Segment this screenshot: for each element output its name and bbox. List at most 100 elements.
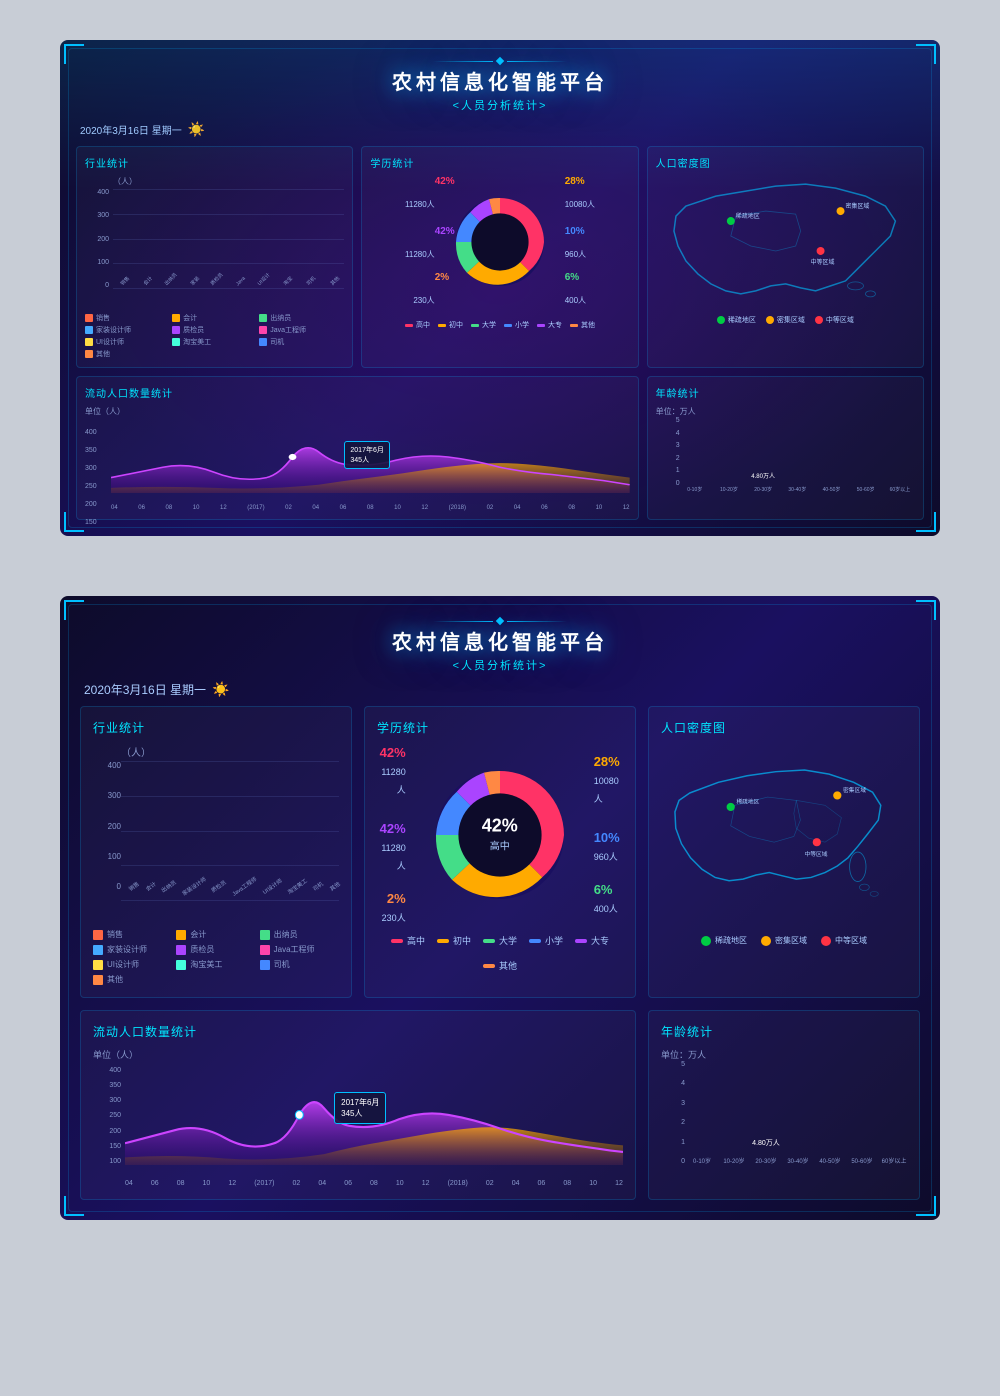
- age-unit-small: 单位：万人: [656, 406, 915, 417]
- pie-right-labels-lg: 28% 10080人 10% 960人 6% 400人: [594, 753, 623, 917]
- pie-dot-lg-daxue: [483, 939, 495, 943]
- age-peak-lg: 4.80万人: [752, 1138, 780, 1148]
- date-row-small: 2020年3月16日 星期一 ☀️: [76, 121, 924, 138]
- legend-dot-lg-ui: [93, 960, 103, 970]
- industry-bar-chart: 400 300 200 100 0 销售 会计 出纳员 家装 质检员 Java …: [85, 189, 344, 309]
- island-1: [847, 282, 863, 290]
- legend-dot-accounting: [172, 314, 180, 322]
- pie-dot-chuzhong: [438, 324, 446, 327]
- legend-lg-other: 其他: [93, 974, 172, 985]
- flow-panel-large: 流动人口数量统计 单位（人） 400 350 300 250 200 150 1…: [80, 1010, 636, 1200]
- legend-text-taobao: 淘宝美工: [183, 337, 211, 347]
- area-tooltip-small: 2017年6月 345人: [344, 441, 389, 469]
- pie-label-daxue: 42% 11280人: [405, 226, 435, 262]
- pie-legend-dazhuan: 大专: [537, 320, 562, 330]
- area-tooltip-large: 2017年6月 345人: [334, 1092, 386, 1124]
- bar-y-large: 400 300 200 100 0: [93, 761, 125, 891]
- legend-dot-sales: [85, 314, 93, 322]
- area-chart-small: 400 350 300 250 200 150 100: [85, 421, 630, 511]
- age-peak-label: 4.80万人: [751, 471, 775, 480]
- age-title-small: 年龄统计: [656, 385, 915, 400]
- sparse-label-lg: 稀疏地区: [736, 798, 759, 806]
- title-deco-diamond: [496, 57, 504, 65]
- pie-label-lg-chuzhong: 28% 10080人: [594, 753, 623, 807]
- bar-grid-lines: [113, 189, 344, 289]
- map-dot-sparse: [717, 316, 725, 324]
- pie-svg-wrapper-large: 42% 高中: [420, 755, 580, 915]
- industry-title-small: 行业统计: [85, 155, 344, 170]
- tooltip-date-small: 2017年6月: [350, 447, 383, 454]
- dashboard-large: 农村信息化智能平台 <人员分析统计> 2020年3月16日 星期一 ☀️ 行业统…: [60, 596, 940, 1220]
- legend-dot-lg-accounting: [176, 930, 186, 940]
- grid-line-lg-4: [121, 865, 339, 866]
- tooltip-date-large: 2017年6月: [341, 1098, 379, 1107]
- legend-text-lg-ui: UI设计师: [107, 959, 139, 970]
- flow-title-small: 流动人口数量统计: [85, 385, 630, 400]
- title-deco: [76, 58, 924, 64]
- age-bar-lg-30-40: 30-40岁: [785, 1154, 811, 1165]
- map-legend-large: 稀疏地区 密集区域 中等区域: [661, 935, 907, 946]
- grid-line-lg-3: [121, 831, 339, 832]
- taiwan: [850, 852, 866, 882]
- map-panel-large: 人口密度图 稀疏地区 密集区域 中等区域: [648, 706, 920, 998]
- legend-dot-taobao: [172, 338, 180, 346]
- title-deco-right-lg: [507, 621, 567, 622]
- industry-bar-chart-large: 400 300 200 100 0 销售 会计 出纳员 家装设计师 质检员 Ja…: [93, 761, 339, 921]
- pie-legend-lg-xiaoxue: 小学: [529, 934, 563, 947]
- industry-y-title: （人）: [113, 176, 344, 187]
- legend-dot-lg-other: [93, 975, 103, 985]
- pie-label-lg-gaoxhong: 42% 11280人: [377, 744, 406, 798]
- area-chart-svg-wrapper-small: 2017年6月 345人: [111, 421, 630, 493]
- legend-dot-other-ind: [85, 350, 93, 358]
- age-panel-large: 年龄统计 单位：万人 5 4 3 2 1 0 0-10岁: [648, 1010, 920, 1200]
- map-title-large: 人口密度图: [661, 719, 907, 736]
- pie-dot-lg-gaoxhong: [391, 939, 403, 943]
- map-legend-dense: 密集区域: [766, 315, 805, 325]
- area-chart-svg-wrapper-large: 2017年6月 345人: [125, 1067, 623, 1165]
- legend-text-driver: 司机: [270, 337, 284, 347]
- legend-dot-lg-java: [260, 945, 270, 955]
- medium-label: 中等区域: [810, 258, 834, 266]
- pie-label-xiaoxue: 10% 960人: [565, 226, 595, 262]
- title-deco-left-lg: [433, 621, 493, 622]
- map-legend-lg-dense: 密集区域: [761, 935, 807, 946]
- pie-legend-other-edu: 其他: [570, 320, 595, 330]
- corner-br-lg: [916, 1196, 936, 1216]
- legend-lg-inspector: 质检员: [176, 944, 255, 955]
- pie-left-labels-lg: 42% 11280人 42% 11280人 2% 230人: [377, 744, 406, 926]
- legend-ui: UI设计师: [85, 337, 170, 347]
- corner-tl: [64, 44, 84, 64]
- dense-label-lg: 密集区域: [843, 786, 866, 794]
- date-text-small: 2020年3月16日 星期一: [80, 122, 182, 137]
- tooltip-value-large: 345人: [341, 1109, 362, 1118]
- corner-bl: [64, 512, 84, 532]
- legend-text-lg-inspector: 质检员: [190, 944, 214, 955]
- medium-dot-lg: [813, 838, 821, 846]
- dash-content-small: 行业统计 （人） 400 300 200 100: [76, 146, 924, 520]
- map-legend-sparse: 稀疏地区: [717, 315, 756, 325]
- island-lg-2: [870, 891, 878, 896]
- legend-lg-taobao: 淘宝美工: [176, 959, 255, 970]
- legend-text-lg-other: 其他: [107, 974, 123, 985]
- pie-dot-other-edu: [570, 324, 578, 327]
- legend-dot-lg-taobao: [176, 960, 186, 970]
- map-panel-small: 人口密度图 稀疏地区 密集区域 中等区域: [647, 146, 924, 368]
- industry-y-title-large: （人）: [121, 744, 339, 759]
- age-bar-10-20: 10-20岁: [714, 485, 744, 493]
- legend-text-lg-java: Java工程师: [274, 944, 315, 955]
- dash-header-small: 农村信息化智能平台 <人员分析统计>: [76, 58, 924, 113]
- inner-region-lg-2: [794, 800, 842, 842]
- legend-taobao: 淘宝美工: [172, 337, 257, 347]
- legend-dot-lg-designer: [93, 945, 103, 955]
- china-outline: [674, 184, 895, 294]
- age-bar-chart-large: 5 4 3 2 1 0 0-10岁 10-20岁: [661, 1061, 907, 1181]
- pie-area: 42% 11280人 42% 11280人 2% 230人: [405, 176, 595, 308]
- island-2: [865, 291, 875, 297]
- legend-driver: 司机: [259, 337, 344, 347]
- title-deco-left: [433, 61, 493, 62]
- pie-dot-dazhuan: [537, 324, 545, 327]
- age-bar-lg-0-10: 0-10岁: [689, 1154, 715, 1165]
- medium-label-lg: 中等区域: [805, 850, 828, 858]
- pie-label-dazhuan: 6% 400人: [565, 272, 595, 308]
- y-label-300: 300: [97, 212, 109, 219]
